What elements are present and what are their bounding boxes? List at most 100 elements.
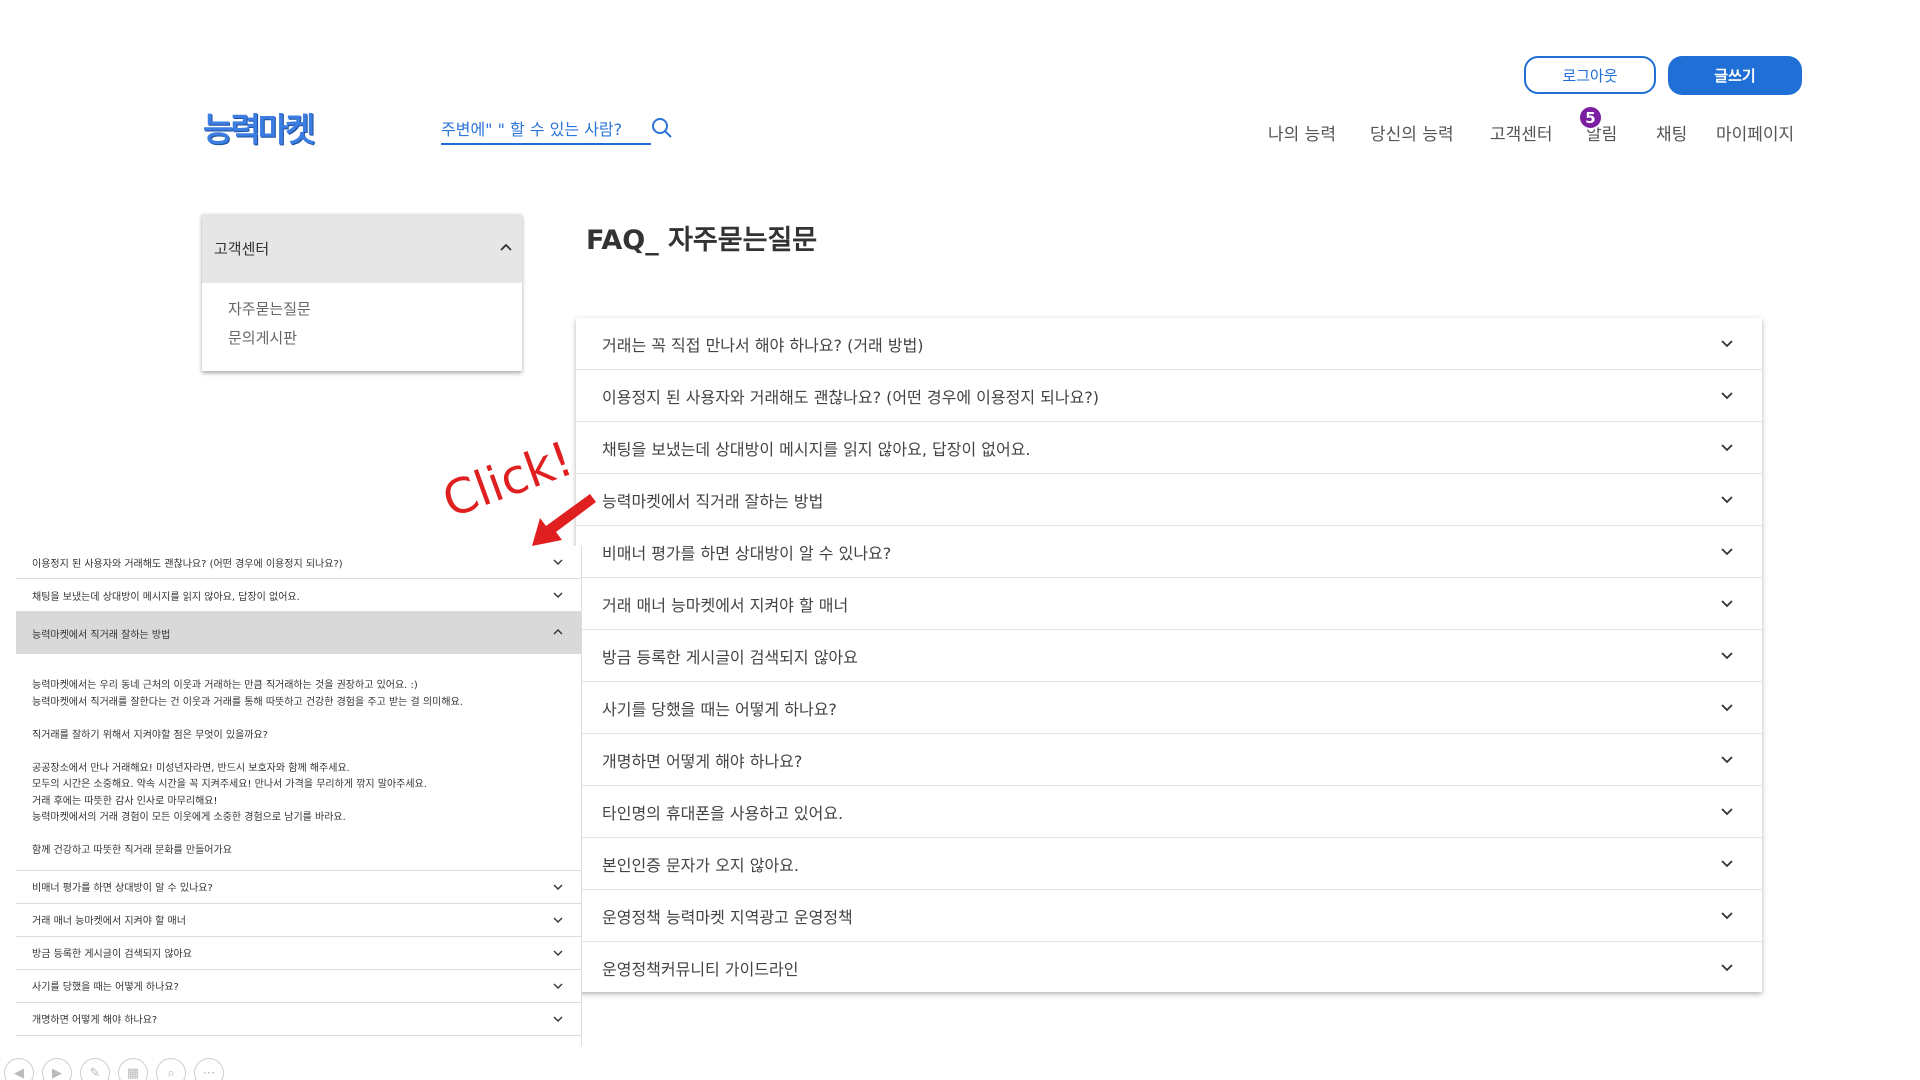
chevron-down-icon xyxy=(553,1016,563,1022)
presentation-controls: ◀ ▶ ✎ ▦ ⌕ ⋯ xyxy=(4,1058,224,1080)
sidebar-item-inquiry[interactable]: 문의게시판 xyxy=(228,324,522,353)
faq-question: 사기를 당했을 때는 어떻게 하나요? xyxy=(602,699,837,719)
sidebar: 고객센터 자주묻는질문 문의게시판 xyxy=(202,214,522,371)
chevron-down-icon xyxy=(553,950,563,956)
more-icon[interactable]: ⋯ xyxy=(194,1058,224,1080)
chevron-down-icon xyxy=(1721,392,1733,400)
nav-chat[interactable]: 채팅 xyxy=(1656,120,1687,145)
chevron-down-icon xyxy=(1721,496,1733,504)
zoom-faq-question: 사기를 당했을 때는 어떻게 하나요? xyxy=(32,982,179,993)
search-icon[interactable] xyxy=(649,115,675,141)
sidebar-item-faq[interactable]: 자주묻는질문 xyxy=(228,295,522,324)
faq-item[interactable]: 방금 등록한 게시글이 검색되지 않아요 xyxy=(576,630,1762,682)
faq-question: 이용정지 된 사용자와 거래해도 괜찮나요? (어떤 경우에 이용정지 되나요?… xyxy=(602,387,1100,407)
zoom-faq-question: 개명하면 어떻게 해야 하나요? xyxy=(32,1015,158,1026)
answer-line: 거래 후에는 따뜻한 감사 인사로 마무리해요! xyxy=(32,795,218,807)
answer-line: 함께 건강하고 따뜻한 직거래 문화를 만들어가요 xyxy=(32,845,232,856)
faq-question: 타인명의 휴대폰을 사용하고 있어요. xyxy=(602,803,844,823)
page-title: FAQ_ 자주묻는질문 xyxy=(586,225,818,256)
faq-item[interactable]: 사기를 당했을 때는 어떻게 하나요? xyxy=(576,682,1762,734)
arrow-icon xyxy=(532,494,596,546)
chevron-down-icon xyxy=(1721,652,1733,660)
chevron-down-icon xyxy=(1721,912,1733,920)
zoom-faq-item[interactable]: 방금 등록한 게시글이 검색되지 않아요 xyxy=(16,937,581,970)
faq-item[interactable]: 운영정책커뮤니티 가이드라인 xyxy=(576,942,1762,994)
chevron-down-icon xyxy=(1721,444,1733,452)
slides-icon[interactable]: ▦ xyxy=(118,1058,148,1080)
notification-badge: 5 xyxy=(1578,105,1603,130)
zoom-faq-question: 비매너 평가를 하면 상대방이 알 수 있나요? xyxy=(32,883,213,894)
nav-customer-center[interactable]: 고객센터 xyxy=(1490,120,1553,145)
zoom-faq-question: 채팅을 보냈는데 상대방이 메시지를 읽지 않아요, 답장이 없어요. xyxy=(32,591,300,603)
chevron-up-icon xyxy=(553,629,563,635)
next-icon[interactable]: ▶ xyxy=(42,1058,72,1080)
write-button[interactable]: 글쓰기 xyxy=(1668,56,1802,95)
zoom-faq-item[interactable]: 거래 매너 능마켓에서 지켜야 할 매너 xyxy=(16,904,581,937)
chevron-down-icon xyxy=(553,983,563,989)
chevron-down-icon xyxy=(553,884,563,890)
zoom-faq-question: 이용정지 된 사용자와 거래해도 괜찮나요? (어떤 경우에 이용정지 되나요?… xyxy=(32,558,343,570)
faq-question: 거래는 꼭 직접 만나서 해야 하나요? (거래 방법) xyxy=(602,335,924,355)
chevron-down-icon xyxy=(553,559,563,565)
faq-question: 채팅을 보냈는데 상대방이 메시지를 읽지 않아요, 답장이 없어요. xyxy=(602,439,1031,459)
faq-item[interactable]: 타인명의 휴대폰을 사용하고 있어요. xyxy=(576,786,1762,838)
chevron-down-icon xyxy=(1721,548,1733,556)
faq-item[interactable]: 능력마켓에서 직거래 잘하는 방법 xyxy=(576,474,1762,526)
zoom-faq-item-open[interactable]: 능력마켓에서 직거래 잘하는 방법 xyxy=(16,612,581,654)
answer-line: 직거래를 잘하기 위해서 지켜야할 점은 무엇이 있을까요? xyxy=(32,729,268,741)
chevron-down-icon xyxy=(553,592,563,598)
nav-my-ability[interactable]: 나의 능력 xyxy=(1268,120,1336,145)
faq-question: 비매너 평가를 하면 상대방이 알 수 있나요? xyxy=(602,543,892,563)
answer-line: 공공장소에서 만나 거래해요! 미성년자라면, 반드시 보호자와 함께 해주세요… xyxy=(32,762,350,774)
zoom-faq-item[interactable]: 이용정지 된 사용자와 거래해도 괜찮나요? (어떤 경우에 이용정지 되나요?… xyxy=(16,546,581,579)
faq-item[interactable]: 본인인증 문자가 오지 않아요. xyxy=(576,838,1762,890)
previous-icon[interactable]: ◀ xyxy=(4,1058,34,1080)
logout-button[interactable]: 로그아웃 xyxy=(1524,56,1656,94)
answer-line: 능력마켓에서는 우리 동네 근처의 이웃과 거래하는 만큼 직거래하는 것을 권… xyxy=(32,680,418,691)
answer-line: 능력마켓에서의 거래 경험이 모든 이웃에게 소중한 경험으로 남기를 바라요. xyxy=(32,812,346,823)
faq-question: 거래 매너 능마켓에서 지켜야 할 매너 xyxy=(602,595,849,615)
faq-question: 개명하면 어떻게 해야 하나요? xyxy=(602,751,803,771)
nav-mypage[interactable]: 마이페이지 xyxy=(1716,120,1794,145)
faq-item[interactable]: 채팅을 보냈는데 상대방이 메시지를 읽지 않아요, 답장이 없어요. xyxy=(576,422,1762,474)
zoom-faq-item[interactable]: 비매너 평가를 하면 상대방이 알 수 있나요? xyxy=(16,871,581,904)
zoom-faq-question: 거래 매너 능마켓에서 지켜야 할 매너 xyxy=(32,916,186,927)
chevron-down-icon xyxy=(1721,964,1733,972)
chevron-down-icon xyxy=(1721,340,1733,348)
zoom-faq-question: 능력마켓에서 직거래 잘하는 방법 xyxy=(32,629,171,641)
pen-icon[interactable]: ✎ xyxy=(80,1058,110,1080)
zoom-faq-item[interactable]: 사기를 당했을 때는 어떻게 하나요? xyxy=(16,970,581,1003)
chevron-down-icon xyxy=(1721,704,1733,712)
chevron-down-icon xyxy=(1721,600,1733,608)
nav-your-ability[interactable]: 당신의 능력 xyxy=(1370,120,1454,145)
faq-question: 운영정책커뮤니티 가이드라인 xyxy=(602,960,799,979)
faq-list: 거래는 꼭 직접 만나서 해야 하나요? (거래 방법) 이용정지 된 사용자와… xyxy=(576,318,1762,992)
faq-question: 방금 등록한 게시글이 검색되지 않아요 xyxy=(602,647,858,667)
faq-answer: 능력마켓에서는 우리 동네 근처의 이웃과 거래하는 만큼 직거래하는 것을 권… xyxy=(16,654,581,871)
zoom-faq-question: 방금 등록한 게시글이 검색되지 않아요 xyxy=(32,949,192,960)
faq-item[interactable]: 비매너 평가를 하면 상대방이 알 수 있나요? xyxy=(576,526,1762,578)
zoom-panel: 이용정지 된 사용자와 거래해도 괜찮나요? (어떤 경우에 이용정지 되나요?… xyxy=(16,546,582,1046)
logo[interactable]: 능력마켓 xyxy=(203,103,315,151)
sidebar-header[interactable]: 고객센터 xyxy=(202,214,522,283)
sidebar-title: 고객센터 xyxy=(214,240,270,258)
faq-item[interactable]: 거래는 꼭 직접 만나서 해야 하나요? (거래 방법) xyxy=(576,318,1762,370)
faq-question: 운영정책 능력마켓 지역광고 운영정책 xyxy=(602,907,853,927)
faq-question: 본인인증 문자가 오지 않아요. xyxy=(602,855,799,875)
zoom-faq-item[interactable]: 채팅을 보냈는데 상대방이 메시지를 읽지 않아요, 답장이 없어요. xyxy=(16,579,581,612)
search-bar[interactable]: 주변에" " 할 수 있는 사람? xyxy=(441,113,672,145)
faq-item[interactable]: 개명하면 어떻게 해야 하나요? xyxy=(576,734,1762,786)
answer-line: 모두의 시간은 소중해요. 약속 시간을 꼭 지켜주세요! 만나서 가격을 무리… xyxy=(32,779,427,790)
chevron-down-icon xyxy=(1721,756,1733,764)
zoom-icon[interactable]: ⌕ xyxy=(156,1058,186,1080)
chevron-down-icon xyxy=(1721,808,1733,816)
faq-item[interactable]: 이용정지 된 사용자와 거래해도 괜찮나요? (어떤 경우에 이용정지 되나요?… xyxy=(576,370,1762,422)
zoom-faq-item[interactable]: 개명하면 어떻게 해야 하나요? xyxy=(16,1003,581,1036)
faq-item[interactable]: 거래 매너 능마켓에서 지켜야 할 매너 xyxy=(576,578,1762,630)
answer-line: 능력마켓에서 직거래를 잘한다는 건 이웃과 거래를 통해 따뜻하고 건강한 경… xyxy=(32,696,463,708)
search-input[interactable]: 주변에" " 할 수 있는 사람? xyxy=(441,116,622,140)
faq-item[interactable]: 운영정책 능력마켓 지역광고 운영정책 xyxy=(576,890,1762,942)
chevron-up-icon[interactable] xyxy=(498,240,514,256)
chevron-down-icon xyxy=(553,917,563,923)
chevron-down-icon xyxy=(1721,860,1733,868)
